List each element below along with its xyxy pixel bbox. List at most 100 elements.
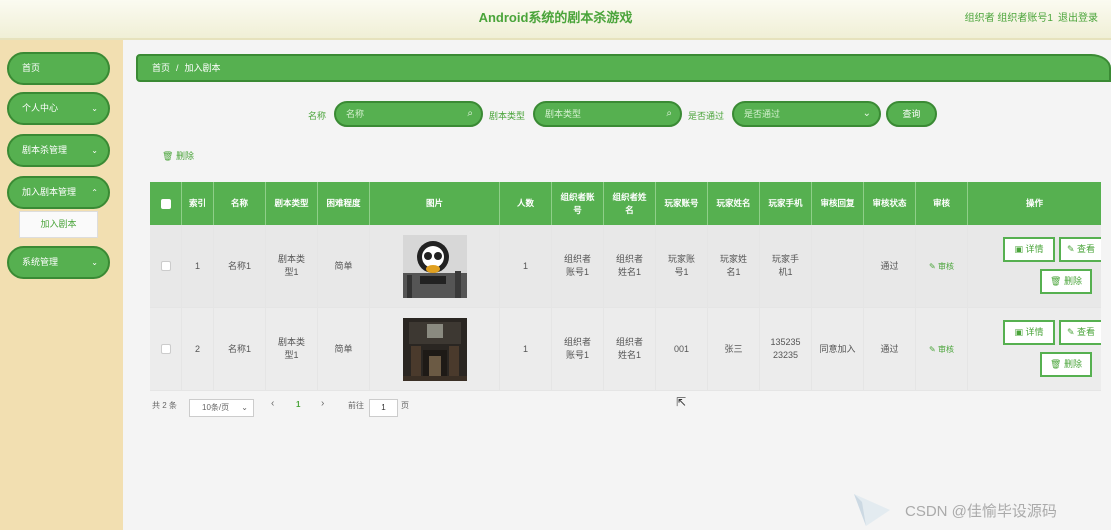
- sidebar-item-home[interactable]: 首页: [7, 52, 110, 85]
- app-title: Android系统的剧本杀游戏: [478, 10, 633, 25]
- script-type-search-input[interactable]: 剧本类型 ⌕: [533, 101, 682, 127]
- delete-button[interactable]: 🗑 删除: [1040, 352, 1092, 377]
- edit-icon: ✎: [929, 344, 936, 354]
- page-number-current[interactable]: 1: [296, 400, 300, 409]
- query-button[interactable]: 查询: [886, 101, 937, 127]
- chevron-down-icon: ⌄: [91, 104, 98, 113]
- delete-button[interactable]: 🗑 删除: [1040, 269, 1092, 294]
- row-select-cell[interactable]: [150, 308, 182, 390]
- detail-label: 详情: [1025, 327, 1044, 337]
- cell-player-account: 001: [656, 308, 708, 390]
- chevron-down-icon: ⌄: [862, 108, 871, 119]
- edit-icon: ✎: [929, 261, 936, 271]
- audit-label: 审核: [937, 344, 954, 354]
- sidebar-subitem-join-script[interactable]: 加入剧本: [19, 211, 98, 238]
- prev-page-button[interactable]: ‹: [271, 398, 274, 409]
- audit-link[interactable]: ✎ 审核: [929, 260, 954, 273]
- breadcrumb-separator: /: [176, 63, 179, 73]
- cell-player-name: 张三: [708, 308, 760, 390]
- name-search-input[interactable]: 名称 ⌕: [334, 101, 483, 127]
- script-cover-image: [402, 317, 467, 381]
- view-icon: ✎: [1066, 244, 1075, 254]
- sidebar-item-label: 加入剧本管理: [22, 187, 77, 197]
- header-cell: 名称: [214, 182, 266, 225]
- detail-button[interactable]: ▣ 详情: [1003, 237, 1055, 262]
- pagination-total: 共 2 条: [152, 401, 177, 410]
- cell-count: 1: [500, 225, 552, 307]
- pass-select[interactable]: 是否通过 ⌄: [732, 101, 881, 127]
- header-cell: 组织者账号: [552, 182, 604, 225]
- header-cell: 玩家账号: [656, 182, 708, 225]
- trash-icon: 🗑: [1050, 276, 1062, 286]
- header-cell: 索引: [182, 182, 214, 225]
- logout-link[interactable]: 退出登录: [1058, 9, 1098, 24]
- table-row: 2 名称1 剧本类型1 简单 1 组织者账号1 组织者姓名1 001 张三 13…: [150, 308, 1101, 391]
- view-button[interactable]: ✎ 查看: [1059, 237, 1101, 262]
- cell-difficulty: 简单: [318, 225, 370, 307]
- cell-player-phone: 玩家手机1: [760, 225, 812, 307]
- script-type-placeholder: 剧本类型: [545, 109, 582, 119]
- page-size-select[interactable]: 10条/页 ⌄: [189, 399, 254, 417]
- cell-type: 剧本类型1: [266, 225, 318, 307]
- batch-delete-button[interactable]: 🗑 删除: [162, 149, 194, 162]
- audit-link[interactable]: ✎ 审核: [929, 343, 954, 356]
- view-label: 查看: [1077, 244, 1096, 254]
- sidebar-item-label: 系统管理: [22, 257, 59, 267]
- header-cell: 图片: [370, 182, 500, 225]
- detail-button[interactable]: ▣ 详情: [1003, 320, 1055, 345]
- script-cover-image: [402, 234, 467, 298]
- cell-audit: ✎ 审核: [916, 308, 968, 390]
- chevron-down-icon: ⌄: [91, 146, 98, 155]
- search-icon: ⌕: [666, 108, 672, 119]
- next-page-button[interactable]: ›: [321, 398, 324, 409]
- batch-delete-label: 删除: [175, 151, 194, 161]
- cell-picture: [370, 225, 500, 307]
- sidebar-item-personal-center[interactable]: 个人中心 ⌄: [7, 92, 110, 125]
- chevron-up-icon: ⌃: [91, 188, 98, 197]
- cell-index: 2: [182, 308, 214, 390]
- mouse-cursor-icon: ⇱: [676, 395, 687, 409]
- cell-index: 1: [182, 225, 214, 307]
- view-label: 查看: [1077, 327, 1096, 337]
- sidebar-item-system-management[interactable]: 系统管理 ⌄: [7, 246, 110, 279]
- header-cell: 审核回复: [812, 182, 864, 225]
- view-button[interactable]: ✎ 查看: [1059, 320, 1101, 345]
- cell-reply: [812, 225, 864, 307]
- goto-page-input[interactable]: 1: [369, 399, 398, 417]
- breadcrumb-home[interactable]: 首页: [152, 63, 170, 73]
- sidebar-item-join-script-management[interactable]: 加入剧本管理 ⌃: [7, 176, 110, 209]
- watermark-logo-icon: [854, 494, 890, 526]
- sidebar-item-script-management[interactable]: 剧本杀管理 ⌄: [7, 134, 110, 167]
- page-size-value: 10条/页: [202, 403, 230, 412]
- row-checkbox[interactable]: [160, 344, 171, 354]
- view-icon: ✎: [1066, 327, 1075, 337]
- sidebar-item-label: 个人中心: [22, 103, 59, 113]
- header-cell: 人数: [500, 182, 552, 225]
- header-select-all[interactable]: [150, 182, 182, 225]
- sidebar-item-label: 首页: [22, 63, 41, 73]
- delete-label: 删除: [1063, 359, 1082, 369]
- pass-label: 是否通过: [688, 111, 725, 121]
- header-cell: 组织者姓名: [604, 182, 656, 225]
- table-row: 1 名称1 剧本类型1 简单 1 组织者账号1 组织者姓名1 玩家账号1 玩家姓…: [150, 225, 1101, 308]
- row-checkbox[interactable]: [160, 261, 171, 271]
- cell-reply: 同意加入: [812, 308, 864, 390]
- breadcrumb-current: 加入剧本: [184, 63, 221, 73]
- chevron-down-icon: ⌄: [91, 258, 98, 267]
- cell-org-name: 组织者姓名1: [604, 308, 656, 390]
- cell-org-account: 组织者账号1: [552, 225, 604, 307]
- trash-icon: 🗑: [162, 151, 174, 161]
- delete-label: 删除: [1063, 276, 1082, 286]
- audit-label: 审核: [937, 261, 954, 271]
- cell-org-account: 组织者账号1: [552, 308, 604, 390]
- detail-icon: ▣: [1014, 327, 1023, 337]
- goto-label: 前往: [348, 401, 364, 410]
- trash-icon: 🗑: [1050, 359, 1062, 369]
- cell-name: 名称1: [214, 308, 266, 390]
- name-placeholder: 名称: [346, 109, 365, 119]
- header-cell: 操作: [1025, 198, 1043, 208]
- select-all-checkbox[interactable]: [160, 198, 171, 209]
- detail-label: 详情: [1025, 244, 1044, 254]
- row-select-cell[interactable]: [150, 225, 182, 307]
- cell-audit: ✎ 审核: [916, 225, 968, 307]
